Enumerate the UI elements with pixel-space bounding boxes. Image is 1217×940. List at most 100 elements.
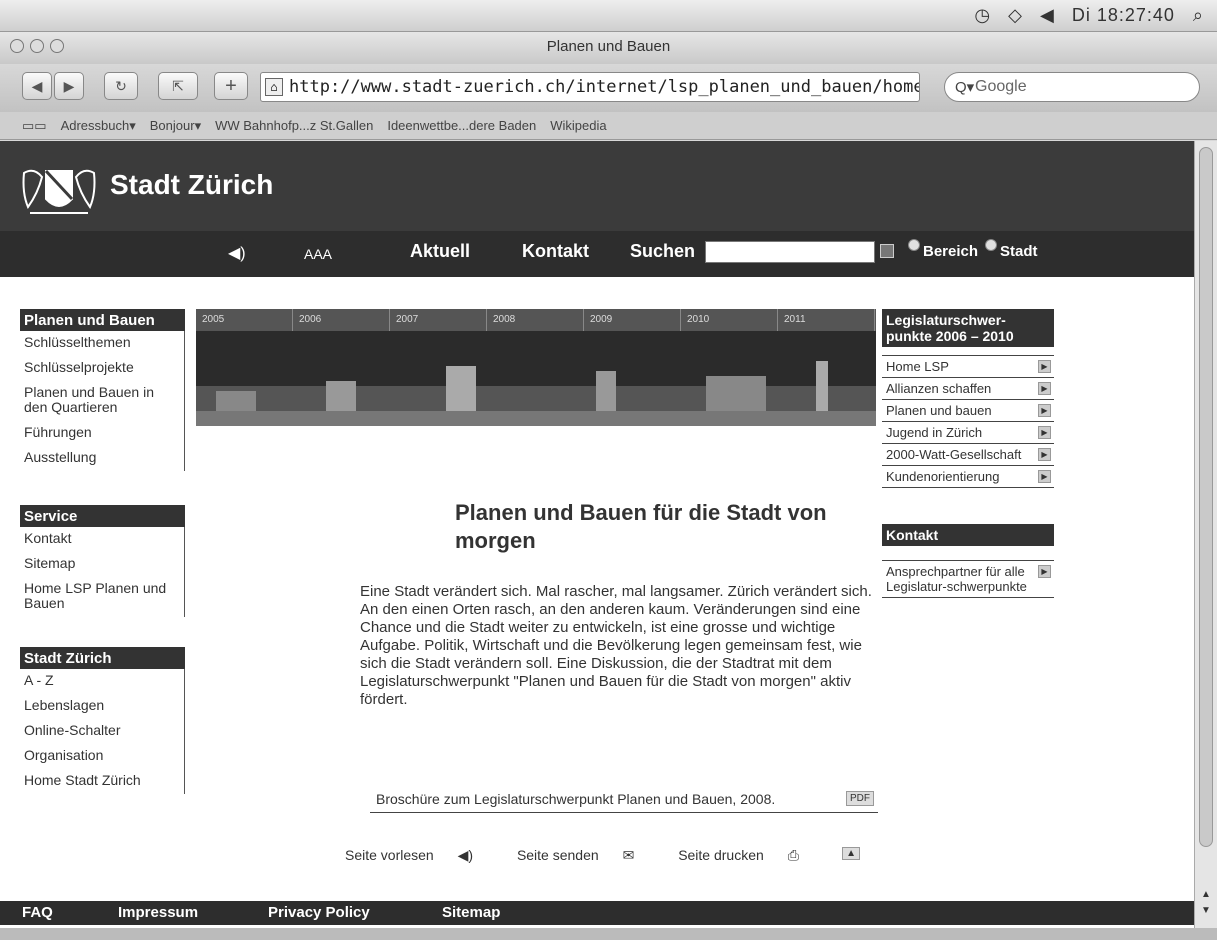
footer-faq[interactable]: FAQ (22, 904, 53, 921)
nav-link[interactable]: Sitemap (20, 552, 184, 577)
nav-link[interactable]: Planen und Bauen in den Quartieren (20, 381, 184, 421)
scroll-thumb[interactable] (1199, 147, 1213, 847)
year-label[interactable]: 2006 (293, 309, 390, 331)
snapback-icon: ⇱ (172, 77, 184, 94)
font-size-label: AAA (304, 246, 333, 262)
radio-stadt[interactable]: Stadt (985, 239, 1038, 260)
section-title: Stadt Zürich (20, 647, 185, 669)
google-search-input[interactable]: Q▾ Google (944, 72, 1200, 102)
nav-link[interactable]: Schlüsselthemen (20, 331, 184, 356)
nav-link[interactable]: Kontakt (20, 527, 184, 552)
clock-menu-icon[interactable]: ◷ (974, 5, 990, 26)
list-item[interactable]: Jugend in Zürich ▶ (882, 422, 1054, 444)
back-to-top-icon[interactable]: ▲ (842, 847, 860, 860)
scroll-up-icon[interactable]: ▲ (1199, 889, 1213, 900)
bookmark-item[interactable]: Wikipedia (550, 118, 606, 133)
list-item-label: Allianzen schaffen (886, 381, 992, 396)
window-title: Planen und Bauen (546, 38, 671, 55)
brochure-label: Broschüre zum Legislaturschwerpunkt Plan… (376, 791, 776, 807)
nav-link[interactable]: Führungen (20, 421, 184, 446)
list-item-label: Planen und bauen (886, 403, 992, 418)
send-page-link[interactable]: Seite senden ✉ (517, 847, 654, 863)
arrow-right-icon: ▶ (1038, 404, 1051, 417)
address-text: http://www.stadt-zuerich.ch/internet/lsp… (289, 77, 920, 97)
speaker-icon[interactable]: ◀) (228, 243, 246, 263)
read-page-label: Seite vorlesen (345, 847, 434, 863)
menubar-clock[interactable]: Di 18:27:40 (1072, 5, 1175, 26)
footer-privacy[interactable]: Privacy Policy (268, 904, 370, 921)
read-page-link[interactable]: Seite vorlesen ◀) (345, 847, 493, 863)
scroll-down-icon[interactable]: ▼ (1199, 905, 1213, 916)
list-item[interactable]: Kundenorientierung ▶ (882, 466, 1054, 488)
radio-bereich[interactable]: Bereich (908, 239, 979, 260)
search-go-button[interactable] (880, 244, 894, 258)
radio-bereich-label: Bereich (923, 243, 979, 260)
font-size-switcher[interactable]: AAA (304, 239, 332, 265)
bookmark-item[interactable]: Adressbuch▾ (61, 118, 136, 134)
radio-stadt-label: Stadt (1000, 243, 1038, 260)
nav-link[interactable]: Lebenslagen (20, 694, 184, 719)
bookmark-item[interactable]: Ideenwettbe...dere Baden (387, 118, 536, 133)
back-button[interactable]: ◀ (22, 72, 52, 100)
kontakt-list: Ansprechpartner für alle Legislatur-schw… (882, 560, 1054, 598)
list-item[interactable]: 2000-Watt-Gesellschaft ▶ (882, 444, 1054, 466)
nav-link[interactable]: Online-Schalter (20, 719, 184, 744)
nav-link[interactable]: A - Z (20, 669, 184, 694)
year-label[interactable]: 2005 (196, 309, 293, 331)
radio-icon (985, 239, 997, 251)
nav-link[interactable]: Organisation (20, 744, 184, 769)
year-label[interactable]: 2009 (584, 309, 681, 331)
volume-icon[interactable]: ◀ (1040, 5, 1054, 26)
list-item-label: Ansprechpartner für alle Legislatur-schw… (886, 564, 1027, 594)
kontakt-title: Kontakt (882, 524, 1054, 546)
list-item[interactable]: Ansprechpartner für alle Legislatur-schw… (882, 561, 1054, 598)
page-viewport: Stadt Zürich ◀) AAA Aktuell Kontakt Such… (0, 141, 1194, 928)
reload-icon: ↻ (115, 77, 127, 94)
right-sidebar: Legislaturschwer-punkte 2006 – 2010 Home… (882, 309, 1054, 598)
nav-link[interactable]: Home LSP Planen und Bauen (20, 577, 184, 617)
pdf-icon: PDF (846, 791, 874, 806)
list-item-label: Home LSP (886, 359, 949, 374)
site-search-input[interactable] (705, 241, 875, 263)
year-label[interactable]: 2011 (778, 309, 875, 331)
bookmark-item[interactable]: Bonjour▾ (150, 118, 201, 134)
nav-aktuell[interactable]: Aktuell (410, 241, 470, 262)
list-item[interactable]: Home LSP ▶ (882, 356, 1054, 378)
nav-link[interactable]: Ausstellung (20, 446, 184, 471)
nav-link[interactable]: Home Stadt Zürich (20, 769, 184, 794)
list-item-label: Jugend in Zürich (886, 425, 983, 440)
list-item[interactable]: Allianzen schaffen ▶ (882, 378, 1054, 400)
nav-kontakt[interactable]: Kontakt (522, 241, 589, 262)
footer-impressum[interactable]: Impressum (118, 904, 198, 921)
timeline-banner: 2005 2006 2007 2008 2009 2010 2011 (196, 309, 876, 426)
bookmark-item[interactable]: WW Bahnhofp...z St.Gallen (215, 118, 373, 133)
add-bookmark-button[interactable]: + (214, 72, 248, 100)
search-icon: Q▾ (955, 79, 975, 96)
nav-link[interactable]: Schlüsselprojekte (20, 356, 184, 381)
spotlight-icon[interactable]: ⌕ (1193, 5, 1203, 26)
page-tools: Seite vorlesen ◀) Seite senden ✉ Seite d… (345, 847, 880, 864)
footer-sitemap[interactable]: Sitemap (442, 904, 500, 921)
reload-button[interactable]: ↻ (104, 72, 138, 100)
year-label[interactable]: 2008 (487, 309, 584, 331)
top-navigation: ◀) AAA Aktuell Kontakt Suchen Bereich St… (0, 231, 1194, 277)
forward-button[interactable]: ▶ (54, 72, 84, 100)
snapback-button[interactable]: ⇱ (158, 72, 198, 100)
wifi-icon[interactable]: ◇ (1008, 5, 1022, 26)
zurich-crest-icon[interactable] (20, 163, 98, 219)
year-label[interactable]: 2007 (390, 309, 487, 331)
intro-paragraph: Eine Stadt verändert sich. Mal rascher, … (360, 583, 872, 708)
vertical-scrollbar[interactable]: ▲ ▼ (1194, 141, 1217, 928)
list-item[interactable]: Planen und bauen ▶ (882, 400, 1054, 422)
brochure-link[interactable]: Broschüre zum Legislaturschwerpunkt Plan… (370, 787, 878, 813)
site-header: Stadt Zürich (0, 141, 1194, 231)
print-page-link[interactable]: Seite drucken ⎙ (678, 847, 819, 863)
year-label[interactable]: 2010 (681, 309, 778, 331)
section-title[interactable]: Planen und Bauen (20, 309, 185, 331)
arrow-right-icon: ▶ (1038, 382, 1051, 395)
book-icon[interactable]: ▭▭ (22, 118, 47, 134)
site-title[interactable]: Stadt Zürich (110, 169, 273, 201)
status-bar (0, 928, 1217, 940)
nav-suchen-label: Suchen (630, 241, 696, 261)
address-bar[interactable]: ⌂ http://www.stadt-zuerich.ch/internet/l… (260, 72, 920, 102)
